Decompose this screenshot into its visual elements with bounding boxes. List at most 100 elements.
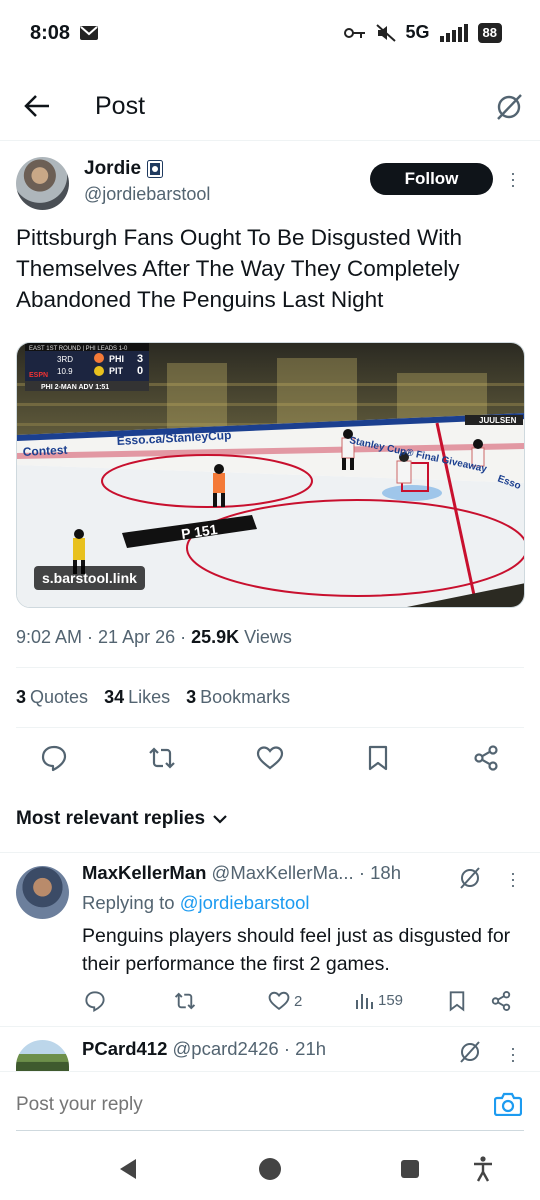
divider <box>0 852 540 853</box>
engagement-stats: 3 Quotes 34 Likes 3 Bookmarks <box>16 687 290 708</box>
chevron-down-icon <box>213 815 227 824</box>
reply-text: Penguins players should feel just as dis… <box>82 925 511 975</box>
reply-avatar[interactable] <box>16 866 69 919</box>
grok-icon[interactable] <box>458 866 482 890</box>
follow-button[interactable]: Follow <box>370 163 493 195</box>
mail-icon <box>80 26 98 40</box>
replying-to-link[interactable]: @jordiebarstool <box>180 892 310 913</box>
reply-reply-button[interactable] <box>84 990 106 1012</box>
reply-author-handle[interactable]: @pcard2426 <box>173 1038 279 1059</box>
scorebug-score-home: 0 <box>137 365 143 377</box>
author-handle[interactable]: @jordiebarstool <box>84 184 210 205</box>
replying-to-prefix: Replying to <box>82 892 175 913</box>
nav-home-icon[interactable] <box>258 1157 282 1181</box>
scorebug: EAST 1ST ROUND | PHI LEADS 1-0 ESPN 3RD … <box>25 343 149 391</box>
post-time: 9:02 AM <box>16 627 83 647</box>
signal-icon <box>439 23 468 42</box>
reply-author-name[interactable]: MaxKellerMan <box>82 862 206 883</box>
reply-share-button[interactable] <box>490 990 512 1012</box>
reply-like-count: 2 <box>294 992 303 1010</box>
likes-stat[interactable]: 34 Likes <box>104 687 170 708</box>
like-icon[interactable] <box>256 744 284 772</box>
views-chart-icon <box>356 994 373 1009</box>
replies-sort-label: Most relevant replies <box>16 808 206 829</box>
reply-icon <box>85 991 105 1012</box>
likes-label: Likes <box>128 687 171 707</box>
more-options-icon[interactable]: · · · <box>508 164 518 194</box>
scorebug-clock: 10.9 <box>57 367 73 376</box>
bookmarks-stat[interactable]: 3 Bookmarks <box>186 687 290 708</box>
divider <box>0 140 540 141</box>
reply-author-handle[interactable]: @MaxKellerMa... <box>212 862 354 883</box>
post-text: Pittsburgh Fans Ought To Be Disgusted Wi… <box>16 225 463 312</box>
scorebug-team-away: PHI <box>109 354 124 364</box>
repost-icon[interactable] <box>148 744 176 772</box>
back-arrow-icon[interactable] <box>24 94 50 118</box>
reply-avatar[interactable] <box>16 1040 69 1071</box>
reply-header[interactable]: MaxKellerMan @MaxKellerMa... · 18h <box>82 862 401 884</box>
author-name[interactable]: Jordie <box>84 158 141 180</box>
reply-author-name[interactable]: PCard412 <box>82 1038 167 1059</box>
quotes-label: Quotes <box>30 687 89 707</box>
likes-count: 34 <box>104 687 125 707</box>
more-options-icon[interactable]: · · · <box>508 1039 518 1069</box>
divider <box>0 1026 540 1027</box>
bookmarks-count: 3 <box>186 687 197 707</box>
quotes-stat[interactable]: 3 Quotes <box>16 687 88 708</box>
camera-icon[interactable] <box>494 1092 522 1116</box>
more-options-icon[interactable]: · · · <box>508 864 518 894</box>
player-tag: JUULSEN <box>479 416 517 425</box>
reply-header[interactable]: PCard412 @pcard2426 · 21h <box>82 1038 326 1060</box>
status-time: 8:08 <box>30 22 71 44</box>
reply-like-button[interactable]: 2 <box>268 990 302 1012</box>
post-date: 21 Apr 26 <box>98 627 176 647</box>
share-icon[interactable] <box>472 744 500 772</box>
share-icon <box>491 991 511 1011</box>
reply-age: · 21h <box>283 1038 327 1059</box>
views-label: Views <box>244 627 292 647</box>
replies-sort-dropdown[interactable]: Most relevant replies <box>16 808 227 830</box>
accessibility-icon[interactable] <box>472 1156 494 1182</box>
divider <box>16 667 524 668</box>
reply-bookmark-button[interactable] <box>446 990 468 1012</box>
repost-icon <box>174 992 196 1010</box>
scorebug-period: 3RD <box>57 355 73 364</box>
battery-icon: 88 <box>477 22 502 43</box>
affiliate-badge-icon <box>147 160 164 178</box>
link-badge[interactable]: s.barstool.link <box>34 566 145 590</box>
reply-repost-button[interactable] <box>174 990 196 1012</box>
replying-to: Replying to @jordiebarstool <box>82 892 310 914</box>
grok-icon[interactable] <box>494 92 524 122</box>
system-nav-bar <box>0 1140 540 1200</box>
network-logo: ESPN <box>29 372 48 379</box>
divider <box>16 727 524 728</box>
author-avatar[interactable] <box>16 157 69 210</box>
like-icon <box>268 991 290 1011</box>
nav-back-icon[interactable] <box>118 1158 138 1180</box>
quotes-count: 3 <box>16 687 27 707</box>
bookmark-icon <box>449 991 465 1012</box>
reply-icon[interactable] <box>40 744 68 772</box>
bookmarks-label: Bookmarks <box>200 687 291 707</box>
reply-age: · 18h <box>358 862 402 883</box>
reply-input[interactable] <box>16 1094 436 1116</box>
top-app-bar: Post <box>0 76 540 140</box>
nav-recents-icon[interactable] <box>400 1159 420 1179</box>
grok-icon[interactable] <box>458 1040 482 1064</box>
status-bar: 8:08 5G 88 <box>0 0 540 68</box>
network-label: 5G <box>405 22 430 42</box>
scorebug-score-away: 3 <box>137 353 143 365</box>
mute-icon <box>375 23 396 42</box>
reply-action-row: 2 159 <box>0 990 540 1014</box>
scorebug-team-home: PIT <box>109 366 124 376</box>
board-ad-1: Contest <box>22 443 67 459</box>
views-count: 25.9K <box>191 627 240 647</box>
bookmark-icon[interactable] <box>364 744 392 772</box>
reply-view-count: 159 <box>378 991 404 1009</box>
reply-composer <box>0 1071 540 1133</box>
scorebug-powerplay: PHI 2-MAN ADV 1:51 <box>41 384 109 391</box>
post-meta: 9:02 AM · 21 Apr 26 · 25.9K Views <box>16 627 292 647</box>
post-action-row <box>0 744 540 774</box>
vpn-key-icon <box>343 27 365 38</box>
reply-views-button[interactable]: 159 <box>354 990 403 1010</box>
